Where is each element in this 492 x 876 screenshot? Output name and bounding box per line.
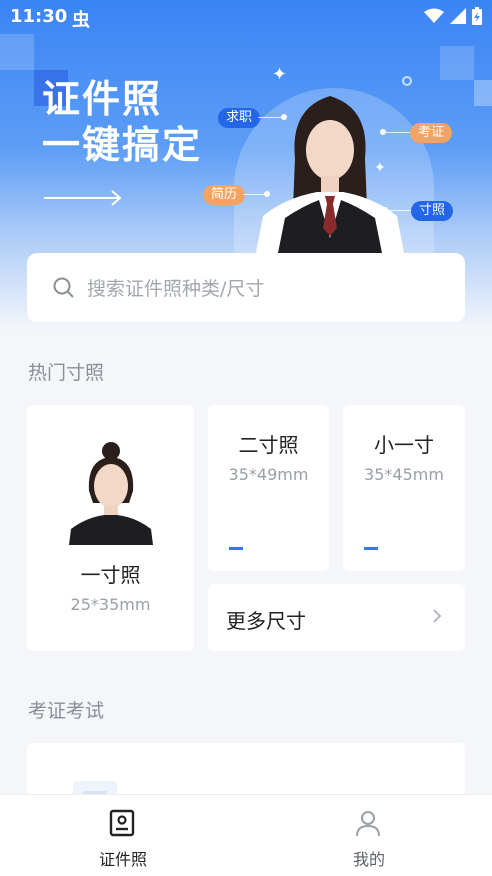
section-title-exam: 考证考试 <box>28 700 105 722</box>
sparkle-icon: ✦ <box>272 64 288 85</box>
decor-square <box>440 46 474 80</box>
accent-dash <box>364 547 378 550</box>
one-inch-photo-thumbnail <box>69 441 153 545</box>
more-sizes-label: 更多尺寸 <box>226 609 306 633</box>
search-icon <box>53 277 74 298</box>
chevron-right-icon <box>433 609 442 623</box>
size-name: 小一寸 <box>374 433 434 457</box>
status-bar: 11:30 虫 <box>0 0 492 34</box>
size-dimensions: 25*35mm <box>70 595 151 614</box>
accent-dash <box>229 547 243 550</box>
size-card-one-inch[interactable]: 一寸照 25*35mm <box>27 405 194 651</box>
tab-label: 我的 <box>352 850 385 869</box>
tag-resume: 简历 <box>203 185 246 205</box>
sparkle-icon: ✦ <box>374 160 386 176</box>
decor-ring <box>402 76 412 86</box>
more-sizes-button[interactable]: 更多尺寸 <box>208 584 465 651</box>
search-input[interactable]: 搜索证件照种类/尺寸 <box>87 274 264 301</box>
tag-exam: 考证 <box>410 123 453 143</box>
section-title-hot: 热门寸照 <box>28 362 105 384</box>
battery-icon <box>472 7 482 25</box>
wifi-icon <box>424 8 444 23</box>
size-card-small-one-inch[interactable]: 小一寸 35*45mm <box>343 405 465 571</box>
tab-mine[interactable]: 我的 <box>246 795 492 876</box>
signal-icon <box>450 8 466 24</box>
tag-connector <box>243 194 265 195</box>
decor-square <box>474 80 492 106</box>
hero-title-line2: 一键搞定 <box>42 123 203 167</box>
tag-photo: 寸照 <box>411 201 454 221</box>
person-icon <box>356 811 380 837</box>
tag-dot <box>380 129 386 135</box>
tab-id-photo[interactable]: 证件照 <box>0 795 246 876</box>
tag-dot <box>264 191 270 197</box>
tag-connector <box>388 210 411 211</box>
tag-dot <box>382 207 388 213</box>
size-dimensions: 35*45mm <box>364 465 444 484</box>
status-time: 11:30 <box>10 6 68 27</box>
hero-title-line1: 证件照 <box>42 77 163 121</box>
size-name: 二寸照 <box>238 433 299 457</box>
tag-connector <box>258 117 282 118</box>
arrow-right-icon <box>44 190 122 206</box>
size-name: 一寸照 <box>80 563 141 587</box>
search-bar[interactable]: 搜索证件照种类/尺寸 <box>27 253 465 322</box>
hero-title: 证件照 一键搞定 <box>42 76 202 168</box>
bottom-tab-bar: 证件照 我的 <box>0 794 492 876</box>
tab-label: 证件照 <box>98 850 147 869</box>
tag-connector <box>386 132 410 133</box>
decor-square <box>0 34 34 70</box>
size-card-two-inch[interactable]: 二寸照 35*49mm <box>208 405 329 571</box>
notification-icon: 虫 <box>72 10 90 31</box>
tag-job: 求职 <box>218 108 261 128</box>
size-dimensions: 35*49mm <box>228 465 309 484</box>
tag-dot <box>281 114 287 120</box>
id-card-icon <box>109 809 135 837</box>
